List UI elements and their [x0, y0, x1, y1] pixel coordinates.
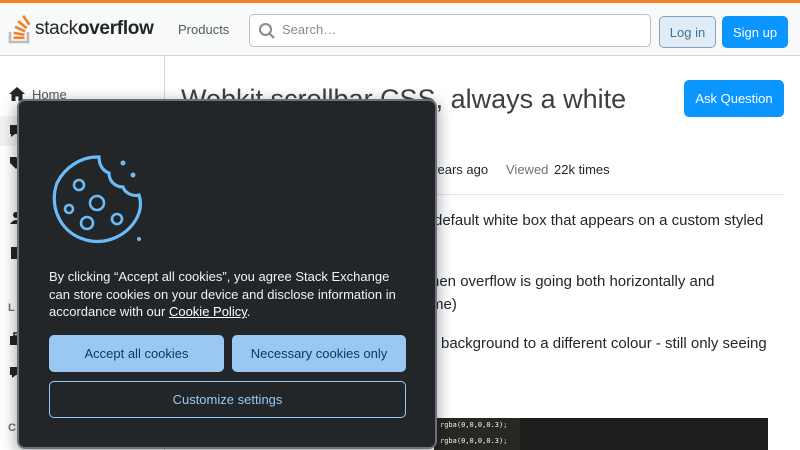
- cookie-text-end: .: [246, 304, 251, 319]
- sidebar-section-label: L: [8, 302, 15, 314]
- top-bar: stackoverflow Products Log in Sign up: [0, 0, 800, 56]
- products-link[interactable]: Products: [170, 19, 237, 40]
- code-screenshot: rgba(0,0,0,0.3); rgba(0,0,0,0.3);: [434, 418, 768, 450]
- login-button[interactable]: Log in: [659, 16, 716, 48]
- signup-button[interactable]: Sign up: [722, 16, 788, 48]
- cookie-consent-dialog: By clicking “Accept all cookies”, you ag…: [17, 99, 437, 449]
- viewed-value: 22k times: [554, 162, 610, 177]
- viewed-label: Viewed: [506, 162, 549, 177]
- cookie-consent-text: By clicking “Accept all cookies”, you ag…: [49, 268, 409, 321]
- logo-text-light: stack: [35, 18, 78, 39]
- ask-question-button[interactable]: Ask Question: [684, 80, 784, 117]
- asked-time: years ago: [431, 162, 489, 177]
- sidebar-section-label: C: [8, 422, 16, 434]
- search-box[interactable]: [249, 14, 651, 47]
- cookie-policy-link[interactable]: Cookie Policy: [169, 304, 247, 319]
- customize-settings-button[interactable]: Customize settings: [49, 381, 406, 418]
- stackoverflow-logo[interactable]: stackoverflow: [8, 12, 154, 46]
- necessary-cookies-button[interactable]: Necessary cookies only: [232, 335, 406, 372]
- logo-text: stackoverflow: [35, 18, 154, 40]
- accept-all-cookies-button[interactable]: Accept all cookies: [49, 335, 224, 372]
- code-panel: [520, 418, 768, 450]
- search-icon: [259, 23, 275, 39]
- cookie-icon: [52, 155, 143, 244]
- logo-text-bold: overflow: [77, 18, 154, 39]
- code-line: rgba(0,0,0,0.3);: [440, 437, 508, 445]
- code-line: rgba(0,0,0,0.3);: [440, 421, 508, 429]
- stack-logo-icon: [8, 14, 31, 44]
- search-input[interactable]: [282, 22, 632, 37]
